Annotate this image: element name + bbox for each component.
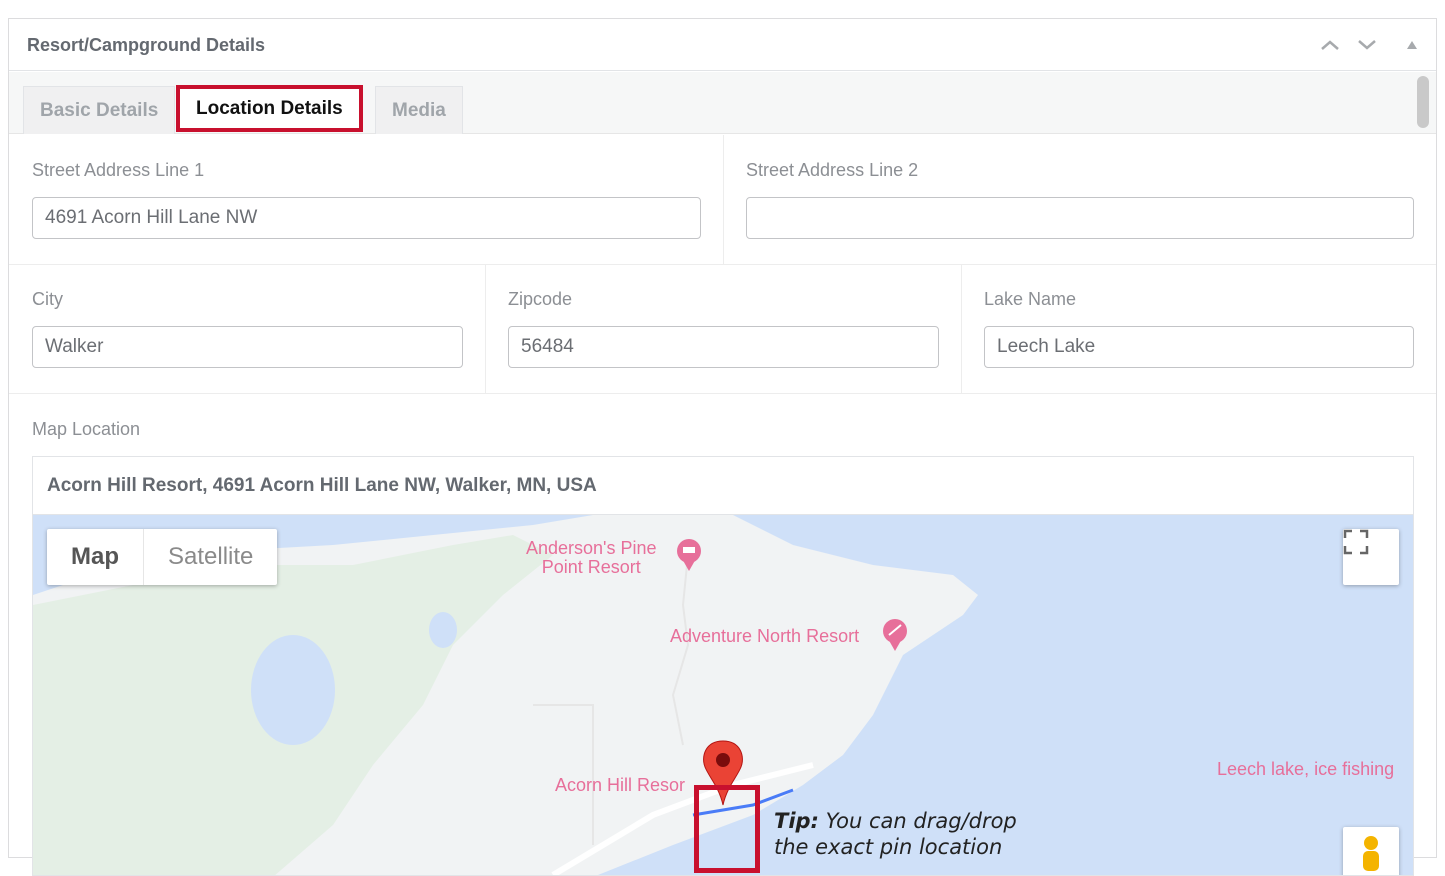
lake-name-input[interactable]: Leech Lake [984, 326, 1414, 368]
panel-title: Resort/Campground Details [27, 35, 266, 55]
tip-annotation: Tip: You can drag/drop the exact pin loc… [774, 808, 1017, 860]
column-divider [961, 265, 962, 393]
zipcode-input[interactable]: 56484 [508, 326, 939, 368]
scrollbar-thumb[interactable] [1417, 76, 1429, 128]
map-canvas[interactable]: Map Satellite Anderson's Pine Point Reso… [33, 515, 1413, 875]
tab-media[interactable]: Media [375, 86, 463, 134]
row-divider [9, 264, 1436, 265]
column-divider [723, 135, 724, 265]
city-label: City [32, 289, 63, 309]
triangle-up-icon[interactable] [1400, 33, 1424, 57]
column-divider [485, 265, 486, 393]
tabs-bar: Basic Details Location Details Media [9, 72, 1436, 134]
map-type-control: Map Satellite [47, 529, 278, 585]
fullscreen-button[interactable] [1343, 529, 1399, 585]
tip-line1: You can drag/drop [818, 809, 1017, 833]
chevron-up-icon[interactable] [1318, 33, 1342, 57]
poi-anderson-label[interactable]: Anderson's Pine Point Resort [526, 539, 657, 577]
details-panel: Resort/Campground Details Basic Details … [8, 18, 1437, 876]
page: Resort/Campground Details Basic Details … [0, 0, 1445, 876]
tab-basic-details[interactable]: Basic Details [23, 86, 176, 134]
tip-line2: the exact pin location [774, 835, 1003, 859]
tip-bold: Tip: [774, 809, 819, 833]
pegman-icon [1363, 836, 1379, 871]
lake-name-label: Lake Name [984, 289, 1077, 309]
poi-leech-label[interactable]: Leech lake, ice fishing [1217, 760, 1394, 779]
poi-acorn-label[interactable]: Acorn Hill Resor [555, 776, 685, 795]
row-divider [9, 393, 1436, 394]
street-view-pegman-button[interactable] [1343, 827, 1399, 875]
map-search-input[interactable]: Acorn Hill Resort, 4691 Acorn Hill Lane … [33, 457, 1413, 515]
street1-input[interactable]: 4691 Acorn Hill Lane NW [32, 197, 701, 239]
chevron-down-icon[interactable] [1355, 33, 1379, 57]
pin-highlight-box [694, 785, 760, 873]
street2-label: Street Address Line 2 [746, 160, 919, 180]
map-type-satellite-button[interactable]: Satellite [143, 529, 277, 585]
fullscreen-icon [1343, 529, 1369, 555]
map-location-label: Map Location [32, 419, 141, 439]
zipcode-label: Zipcode [508, 289, 573, 309]
poi-adventure-label[interactable]: Adventure North Resort [670, 627, 859, 646]
street2-input[interactable] [746, 197, 1414, 239]
city-input[interactable]: Walker [32, 326, 463, 368]
tab-location-details[interactable]: Location Details [176, 85, 363, 132]
map-type-map-button[interactable]: Map [47, 529, 143, 585]
street1-label: Street Address Line 1 [32, 160, 205, 180]
map-widget: Acorn Hill Resort, 4691 Acorn Hill Lane … [32, 456, 1414, 876]
panel-header: Resort/Campground Details [9, 19, 1436, 71]
